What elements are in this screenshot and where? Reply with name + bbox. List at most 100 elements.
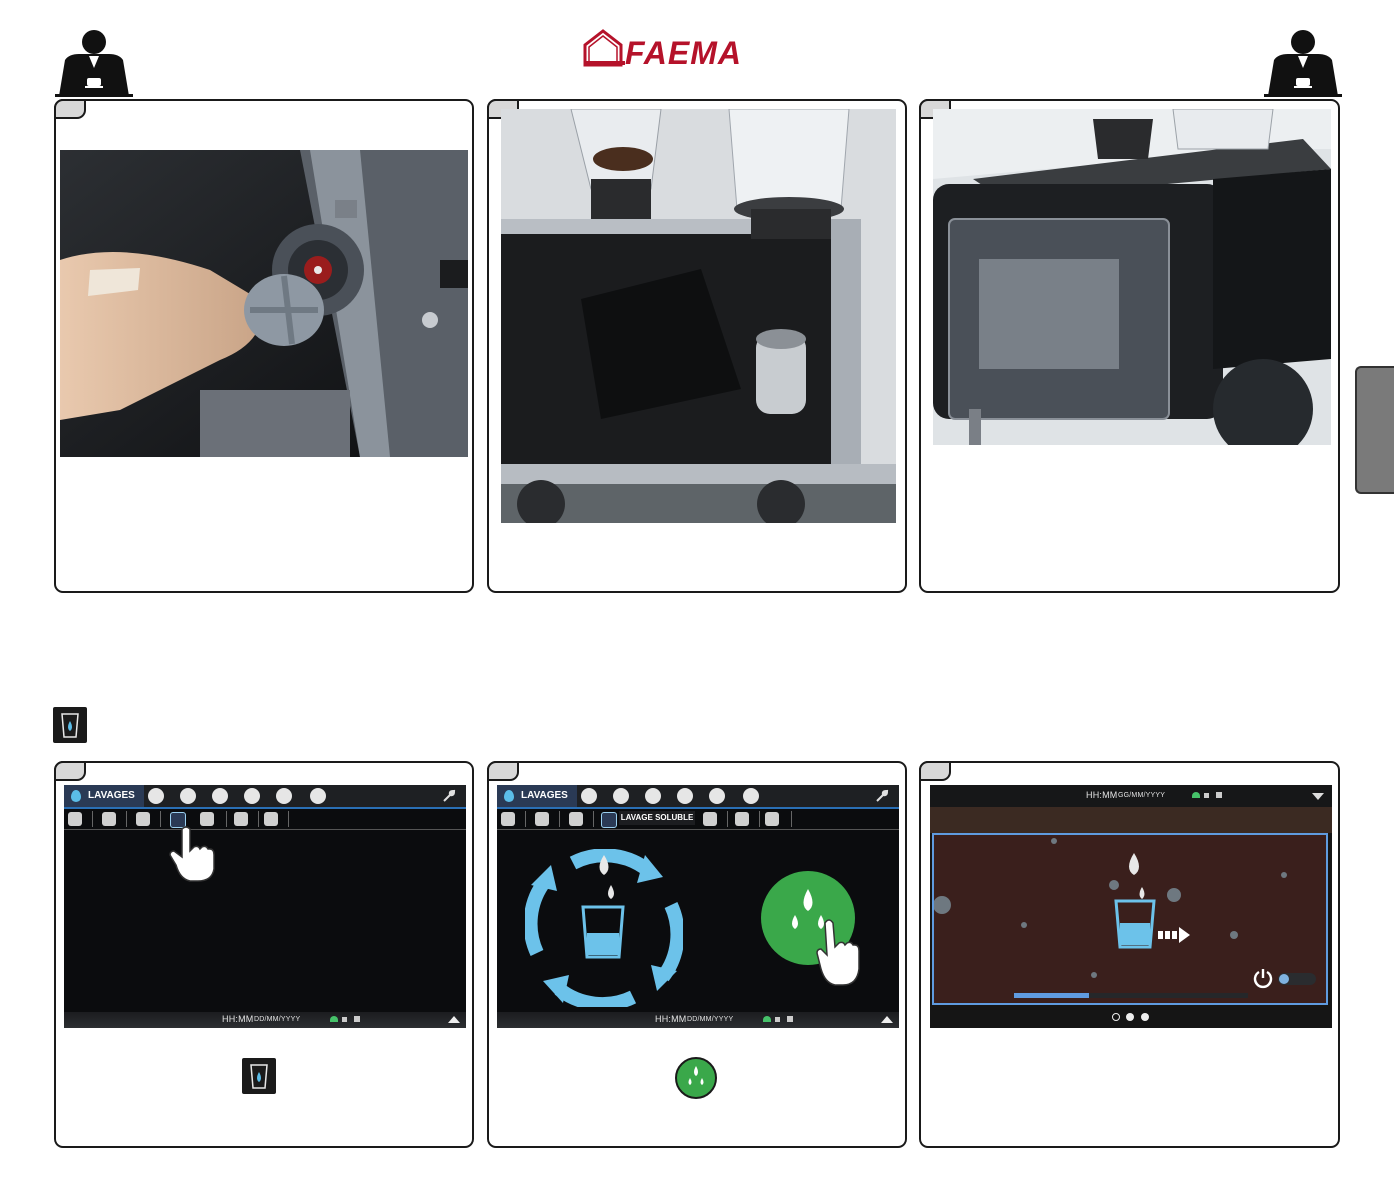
printer-icon	[354, 1016, 360, 1022]
water-drop-icon	[71, 790, 81, 802]
wood-strip	[930, 807, 1332, 833]
glass-water-button[interactable]	[601, 812, 617, 828]
rinse-progress-fill	[1014, 993, 1089, 998]
section-glass-icon-box	[53, 707, 87, 743]
time-display: HH:MM	[222, 1014, 254, 1024]
jug-icon[interactable]	[200, 812, 214, 826]
glass-icon[interactable]	[234, 812, 248, 826]
photo-machine-front	[933, 109, 1331, 445]
water-drops-icon	[688, 1066, 704, 1085]
printer-icon	[787, 1016, 793, 1022]
page-dot-2[interactable]	[1126, 1013, 1134, 1021]
rinse-progress-bar	[1014, 993, 1248, 998]
screen-status-bar: HH:MM DD/MM/YYYY	[497, 1012, 899, 1028]
milk-carton-icon[interactable]	[569, 812, 583, 826]
lavage-soluble-tooltip: LAVAGE SOLUBLE	[619, 811, 695, 825]
power-toggle[interactable]	[1278, 973, 1316, 985]
operator-icon-right	[1264, 28, 1342, 98]
step-number-tab	[54, 99, 86, 119]
flag-icon[interactable]	[180, 788, 196, 804]
glass-water-icon	[61, 713, 79, 738]
date-display: DD/MM/YYYY	[254, 1016, 301, 1023]
operator-icon-left	[55, 28, 133, 98]
screen-sub-bar	[64, 809, 466, 830]
tab-lavages[interactable]: LAVAGES	[64, 785, 144, 807]
operator-icon	[1264, 30, 1342, 97]
steam-wand-icon[interactable]	[765, 812, 779, 826]
info-icon[interactable]	[645, 788, 661, 804]
expand-up-icon[interactable]	[881, 1016, 893, 1023]
time-display: HH:MM	[1086, 790, 1118, 800]
jug-icon[interactable]	[703, 812, 717, 826]
toggle-knob	[1279, 974, 1289, 984]
tab-lavages[interactable]: LAVAGES	[497, 785, 577, 807]
wrench-icon[interactable]	[442, 789, 456, 803]
step-number-tab	[487, 761, 519, 781]
date-display: GG/MM/YYYY	[1118, 792, 1166, 799]
screen-rinse-in-progress: HH:MM GG/MM/YYYY	[930, 785, 1332, 1028]
step-panel-6: HH:MM GG/MM/YYYY	[919, 761, 1340, 1148]
section-index-tab	[1355, 366, 1394, 494]
milk-carton-icon[interactable]	[136, 812, 150, 826]
step-panel-2	[487, 99, 907, 593]
info-icon[interactable]	[212, 788, 228, 804]
step-number-tab	[54, 761, 86, 781]
power-icon[interactable]	[1252, 967, 1274, 989]
printer-icon	[1216, 792, 1222, 798]
step-panel-5: LAVAGES LAVAGE SOLUBLE HH:MM DD/MM/YYYY	[487, 761, 907, 1148]
glass-icon[interactable]	[735, 812, 749, 826]
chevron-down-icon[interactable]	[1312, 793, 1324, 800]
tab-lavages-label: LAVAGES	[521, 790, 568, 801]
speaker-icon	[775, 1017, 780, 1022]
rinse-progress-overlay	[932, 833, 1328, 1005]
brand-name: FAEMA	[625, 35, 742, 69]
page-dot-1[interactable]	[1112, 1013, 1120, 1021]
wifi-icon	[330, 1016, 338, 1022]
glass-water-icon	[250, 1064, 268, 1089]
wrench-icon[interactable]	[875, 789, 889, 803]
glass-water-icon-inline	[242, 1058, 276, 1094]
step-panel-1	[54, 99, 474, 593]
pointing-hand-icon	[168, 825, 222, 883]
counter-icon[interactable]	[709, 788, 725, 804]
page-dot-3[interactable]	[1141, 1013, 1149, 1021]
wifi-icon	[763, 1016, 771, 1022]
cup-icon[interactable]	[102, 812, 116, 826]
lavage-soluble-label: LAVAGE SOLUBLE	[620, 813, 694, 822]
expand-up-icon[interactable]	[448, 1016, 460, 1023]
speaker-icon	[1204, 793, 1209, 798]
water-drop-icon	[504, 790, 514, 802]
operator-icon	[55, 30, 133, 97]
step-panel-4: LAVAGES HH:MM DD/MM/YYYY	[54, 761, 474, 1148]
cup-rinse-icon[interactable]	[501, 812, 515, 826]
screen-lavages-menu: LAVAGES HH:MM DD/MM/YYYY	[64, 785, 466, 1028]
operator-small-icon[interactable]	[310, 788, 326, 804]
pointing-hand-icon	[815, 917, 867, 989]
date-display: DD/MM/YYYY	[687, 1016, 734, 1023]
cup-icon[interactable]	[535, 812, 549, 826]
cup-rinse-icon[interactable]	[68, 812, 82, 826]
screen-lavage-soluble: LAVAGES LAVAGE SOLUBLE HH:MM DD/MM/YYYY	[497, 785, 899, 1028]
step-number-tab	[919, 761, 951, 781]
operator-small-icon[interactable]	[743, 788, 759, 804]
step-panel-3	[919, 99, 1340, 593]
start-rinse-icon-inline	[675, 1057, 717, 1099]
clock-icon[interactable]	[581, 788, 597, 804]
pencil-icon[interactable]	[244, 788, 260, 804]
screen-status-bar: HH:MM DD/MM/YYYY	[64, 1012, 466, 1028]
tab-lavages-label: LAVAGES	[88, 790, 135, 801]
flag-icon[interactable]	[613, 788, 629, 804]
time-display: HH:MM	[655, 1014, 687, 1024]
screen-top-bar: LAVAGES	[64, 785, 466, 809]
pencil-icon[interactable]	[677, 788, 693, 804]
photo-machine-interior	[501, 109, 896, 523]
counter-icon[interactable]	[276, 788, 292, 804]
photo-brewer-cap-removal	[60, 150, 468, 457]
screen-top-bar: LAVAGES	[497, 785, 899, 809]
clock-icon[interactable]	[148, 788, 164, 804]
screen-sub-bar: LAVAGE SOLUBLE	[497, 809, 899, 830]
rinse-cycle-graphic	[523, 848, 685, 1012]
status-bar-top: HH:MM GG/MM/YYYY	[930, 785, 1332, 807]
steam-wand-icon[interactable]	[264, 812, 278, 826]
wifi-icon	[1192, 792, 1200, 798]
